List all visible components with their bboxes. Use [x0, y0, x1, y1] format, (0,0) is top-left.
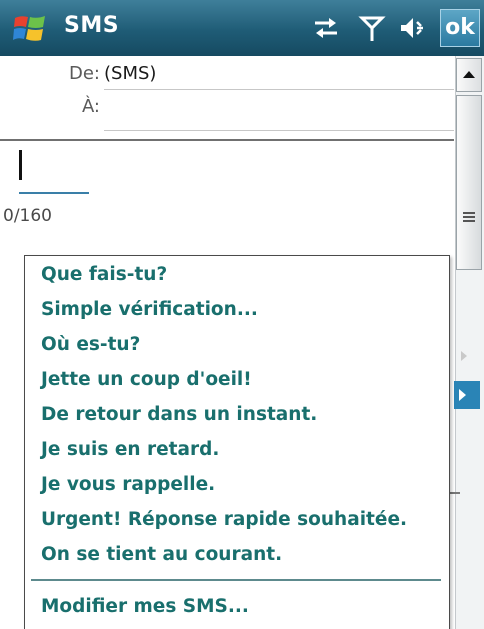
quick-text-menu: Que fais-tu? Simple vérification... Où e… [24, 255, 450, 629]
scroll-up-button[interactable] [456, 58, 482, 92]
to-label: À: [81, 96, 100, 117]
character-counter: 0/160 [3, 206, 52, 226]
menu-item-quick-text[interactable]: On se tient au courant. [41, 538, 282, 572]
to-field[interactable] [104, 93, 450, 125]
triangle-up-icon [463, 71, 475, 78]
menu-item-quick-text[interactable]: Je vous rappelle. [41, 468, 215, 502]
sms-compose-screen: SMS ok De: (SMS) À: 0/160 Que fais-tu? S… [0, 0, 484, 629]
chevron-right-icon [459, 348, 469, 362]
menu-item-quick-text[interactable]: Où es-tu? [41, 328, 140, 362]
scroll-thumb[interactable] [456, 95, 482, 270]
menu-item-quick-text[interactable]: De retour dans un instant. [41, 398, 317, 432]
windows-start-icon[interactable] [12, 10, 48, 46]
from-label: De: [69, 63, 100, 84]
message-body-underline [19, 192, 89, 194]
menu-item-quick-text[interactable]: Urgent! Réponse rapide souhaitée. [41, 503, 407, 537]
menu-item-quick-text[interactable]: Je suis en retard. [41, 433, 219, 467]
to-field-underline [104, 130, 454, 131]
signal-icon[interactable] [357, 14, 387, 42]
header-separator [0, 139, 454, 141]
edit-quick-text-item[interactable]: Modifier mes SMS... [41, 590, 249, 624]
message-body-input[interactable] [14, 146, 450, 192]
ok-button[interactable]: ok [440, 9, 480, 47]
menu-item-quick-text[interactable]: Simple vérification... [41, 293, 258, 327]
from-value[interactable]: (SMS) [104, 63, 156, 84]
menu-item-quick-text[interactable]: Jette un coup d'oeil! [41, 363, 252, 397]
chevron-right-icon[interactable] [454, 381, 480, 409]
menu-divider [31, 579, 441, 581]
app-title: SMS [64, 13, 120, 38]
menu-item-quick-text[interactable]: Que fais-tu? [41, 258, 167, 292]
from-field-underline [104, 89, 454, 90]
text-cursor [19, 150, 22, 180]
grip-icon [463, 207, 475, 222]
connectivity-icon[interactable] [311, 14, 341, 42]
volume-icon[interactable] [398, 14, 428, 42]
title-bar: SMS ok [0, 0, 484, 56]
